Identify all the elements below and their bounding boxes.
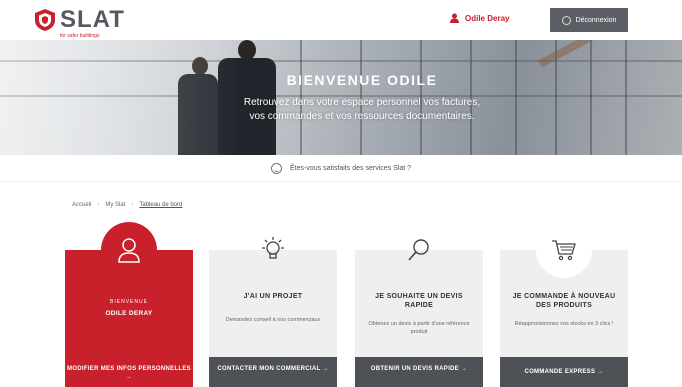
card-quote-desc: Obtenez un devis à partir d'une référenc… (368, 321, 470, 335)
breadcrumb-my-slat[interactable]: My Slat (105, 202, 125, 208)
card-quote-title: JE SOUHAITE UN DEVIS RAPIDE (375, 293, 463, 309)
cart-icon (552, 240, 576, 261)
card-profile-sub: BIENVENUE (110, 299, 148, 305)
logout-button[interactable]: Déconnexion (550, 8, 628, 32)
power-icon (561, 15, 571, 25)
page: SLAT for safer buildings Odile Deray Déc… (0, 0, 682, 387)
logout-label: Déconnexion (575, 16, 617, 24)
breadcrumb: Accueil › My Slat › Tableau de bord (72, 202, 182, 208)
top-bar: SLAT for safer buildings Odile Deray Déc… (0, 0, 682, 40)
express-order-button[interactable]: COMMANDE EXPRESS → (500, 357, 628, 387)
breadcrumb-home[interactable]: Accueil (72, 202, 91, 208)
get-quote-button[interactable]: OBTENIR UN DEVIS RAPIDE → (355, 357, 483, 387)
smiley-icon (271, 162, 282, 174)
card-project-title: J'AI UN PROJET (243, 293, 303, 300)
card-profile-title: BIENVENUE ODILE DERAY (73, 298, 185, 318)
shield-logo-icon (35, 9, 55, 31)
logo[interactable]: SLAT (34, 8, 125, 32)
card-profile-name: ODILE DERAY (105, 310, 153, 317)
card-project-desc: Demandez conseil à nos commerciaux (225, 317, 321, 323)
breadcrumb-separator: › (131, 202, 134, 208)
user-icon (450, 13, 459, 23)
card-reorder-icon-wrap (536, 222, 592, 278)
user-name: Odile Deray (465, 13, 510, 23)
breadcrumb-separator: › (97, 202, 100, 208)
user-icon (118, 238, 140, 263)
welcome-title: BIENVENUE ODILE (286, 72, 438, 88)
card-reorder-title: JE COMMANDE À NOUVEAU DES PRODUITS (512, 293, 616, 309)
contact-sales-button[interactable]: CONTACTER MON COMMERCIAL → (209, 357, 337, 387)
lightbulb-icon (262, 237, 284, 259)
card-profile-icon-wrap (101, 222, 157, 278)
welcome-subtitle-line2: vos commandes et vos ressources document… (249, 111, 475, 122)
search-icon (408, 239, 429, 261)
logo-text: SLAT (60, 6, 125, 33)
breadcrumb-current: Tableau de bord (139, 202, 183, 208)
card-reorder-desc: Réapprovisionnez vos stocks en 3 clics ! (514, 321, 614, 327)
satisfaction-text: Êtes-vous satisfaits des services Slat ? (290, 164, 411, 172)
user-menu[interactable]: Odile Deray (450, 13, 509, 23)
hero-banner: SLAT for safer buildings Odile Deray Déc… (0, 0, 682, 155)
welcome-block: BIENVENUE ODILE Retrouvez dans votre esp… (0, 72, 682, 124)
satisfaction-bar[interactable]: Êtes-vous satisfaits des services Slat ? (0, 155, 682, 182)
welcome-subtitle-line1: Retrouvez dans votre espace personnel vo… (243, 97, 481, 108)
edit-profile-button[interactable]: MODIFIER MES INFOS PERSONNELLES → (65, 357, 193, 387)
card-project-icon-wrap (245, 222, 301, 278)
logo-tagline: for safer buildings (60, 33, 100, 39)
card-quote-icon-wrap (391, 222, 447, 278)
